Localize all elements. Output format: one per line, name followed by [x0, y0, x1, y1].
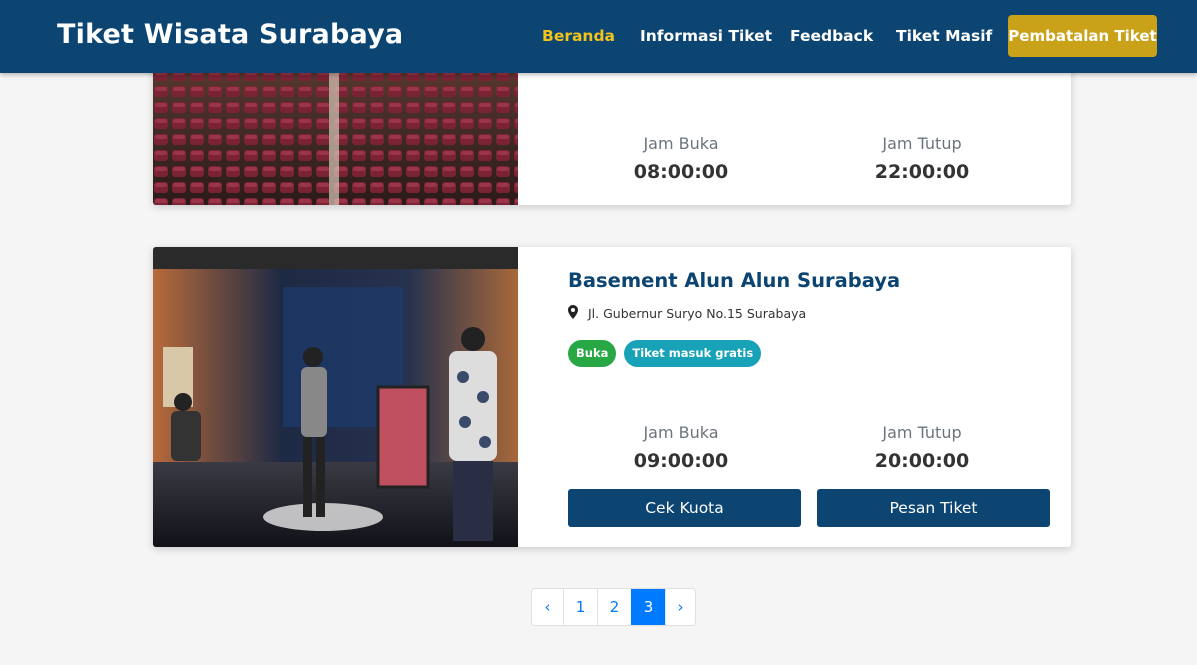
pagination-next[interactable]: › [665, 589, 695, 625]
nav-item-feedback[interactable]: Feedback [790, 27, 873, 45]
status-badges: Buka Tiket masuk gratis [568, 340, 762, 367]
nav-item-tiket-masif[interactable]: Tiket Masif [896, 27, 992, 45]
art-exhibition-photo [153, 247, 518, 547]
map-marker-icon [568, 305, 578, 322]
pagination-prev[interactable]: ‹ [532, 589, 563, 625]
cancel-ticket-button[interactable]: Pembatalan Tiket [1008, 15, 1157, 57]
nav-item-informasi-tiket[interactable]: Informasi Tiket [640, 27, 772, 45]
attraction-title: Basement Alun Alun Surabaya [568, 269, 901, 292]
nav-item-beranda[interactable]: Beranda [542, 27, 615, 45]
pagination: ‹ 1 2 3 › [531, 588, 696, 626]
closing-hours: Jam Tutup 22:00:00 [802, 134, 1042, 183]
closing-hours-value: 22:00:00 [874, 161, 970, 183]
pagination-page-3[interactable]: 3 [631, 589, 665, 625]
status-badge-open: Buka [568, 340, 617, 367]
pagination-page-2[interactable]: 2 [597, 589, 631, 625]
opening-hours-value: 08:00:00 [633, 161, 729, 183]
opening-hours-value: 09:00:00 [633, 450, 729, 472]
closing-hours-value: 20:00:00 [874, 450, 970, 472]
status-badge-free-entry: Tiket masuk gratis [624, 340, 762, 367]
opening-hours: Jam Buka 09:00:00 [561, 423, 801, 472]
navbar: Tiket Wisata Surabaya Beranda Informasi … [0, 0, 1197, 73]
opening-hours-label: Jam Buka [643, 134, 719, 153]
exhibition-illustration [153, 247, 518, 547]
check-quota-button[interactable]: Cek Kuota [568, 489, 801, 527]
opening-hours-label: Jam Buka [643, 423, 719, 442]
address-text: Jl. Gubernur Suryo No.15 Surabaya [588, 306, 807, 321]
attraction-card-2: Basement Alun Alun Surabaya Jl. Gubernur… [153, 247, 1071, 547]
brand-title[interactable]: Tiket Wisata Surabaya [57, 19, 403, 50]
closing-hours: Jam Tutup 20:00:00 [802, 423, 1042, 472]
page: Jam Buka 08:00:00 Jam Tutup 22:00:00 Bas… [0, 0, 1197, 665]
opening-hours: Jam Buka 08:00:00 [561, 134, 801, 183]
order-ticket-button[interactable]: Pesan Tiket [817, 489, 1050, 527]
attraction-address: Jl. Gubernur Suryo No.15 Surabaya [568, 305, 806, 322]
pagination-page-1[interactable]: 1 [563, 589, 597, 625]
closing-hours-label: Jam Tutup [882, 423, 962, 442]
closing-hours-label: Jam Tutup [882, 134, 962, 153]
